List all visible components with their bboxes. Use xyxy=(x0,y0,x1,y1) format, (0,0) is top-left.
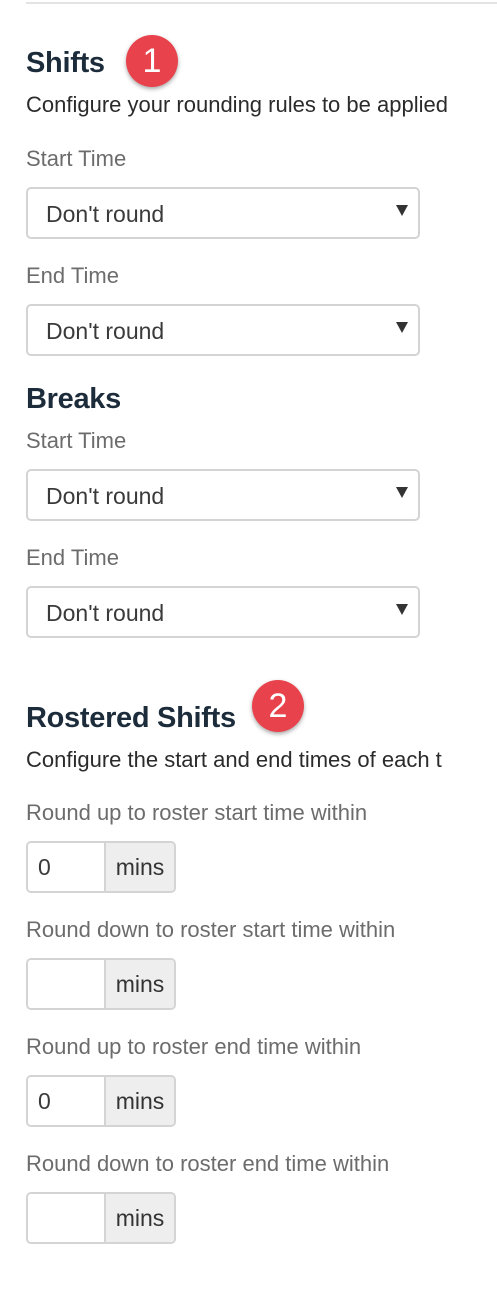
breaks-start-time-label: Start Time xyxy=(26,428,127,453)
rostered-shifts-heading: Rostered Shifts xyxy=(26,702,236,734)
breaks-end-time-select[interactable]: Don't round xyxy=(26,586,420,638)
round-down-start-unit: mins xyxy=(104,960,174,1008)
round-down-start-group: mins xyxy=(26,958,176,1010)
round-down-end-label: Round down to roster end time within xyxy=(26,1151,390,1176)
round-up-start-input[interactable] xyxy=(28,843,104,891)
breaks-end-time-value: Don't round xyxy=(46,600,165,626)
breaks-heading: Breaks xyxy=(26,383,121,415)
shifts-end-time-label: End Time xyxy=(26,263,119,288)
round-down-end-input[interactable] xyxy=(28,1194,104,1242)
round-up-start-label: Round up to roster start time within xyxy=(26,800,368,825)
round-down-start-input[interactable] xyxy=(28,960,104,1008)
breaks-start-time-select[interactable]: Don't round xyxy=(26,469,420,521)
round-up-start-group: mins xyxy=(26,841,176,893)
shifts-end-time-value: Don't round xyxy=(46,318,165,344)
shifts-heading: Shifts xyxy=(26,47,105,79)
annotation-badge-2: 2 xyxy=(252,680,304,732)
caret-down-icon xyxy=(396,604,408,615)
round-up-end-input[interactable] xyxy=(28,1077,104,1125)
rostered-shifts-description: Configure the start and end times of eac… xyxy=(26,747,442,772)
shifts-start-time-value: Don't round xyxy=(46,201,165,227)
shifts-description: Configure your rounding rules to be appl… xyxy=(26,92,448,117)
round-up-end-group: mins xyxy=(26,1075,176,1127)
round-down-start-label: Round down to roster start time within xyxy=(26,917,396,942)
caret-down-icon xyxy=(396,487,408,498)
annotation-badge-1: 1 xyxy=(126,35,178,87)
shifts-start-time-select[interactable]: Don't round xyxy=(26,187,420,239)
round-down-end-unit: mins xyxy=(104,1194,174,1242)
shifts-start-time-label: Start Time xyxy=(26,146,127,171)
caret-down-icon xyxy=(396,205,408,216)
shifts-end-time-select[interactable]: Don't round xyxy=(26,304,420,356)
round-up-start-unit: mins xyxy=(104,843,174,891)
top-divider xyxy=(26,2,497,4)
round-up-end-label: Round up to roster end time within xyxy=(26,1034,362,1059)
breaks-start-time-value: Don't round xyxy=(46,483,165,509)
caret-down-icon xyxy=(396,322,408,333)
breaks-end-time-label: End Time xyxy=(26,545,119,570)
round-up-end-unit: mins xyxy=(104,1077,174,1125)
round-down-end-group: mins xyxy=(26,1192,176,1244)
